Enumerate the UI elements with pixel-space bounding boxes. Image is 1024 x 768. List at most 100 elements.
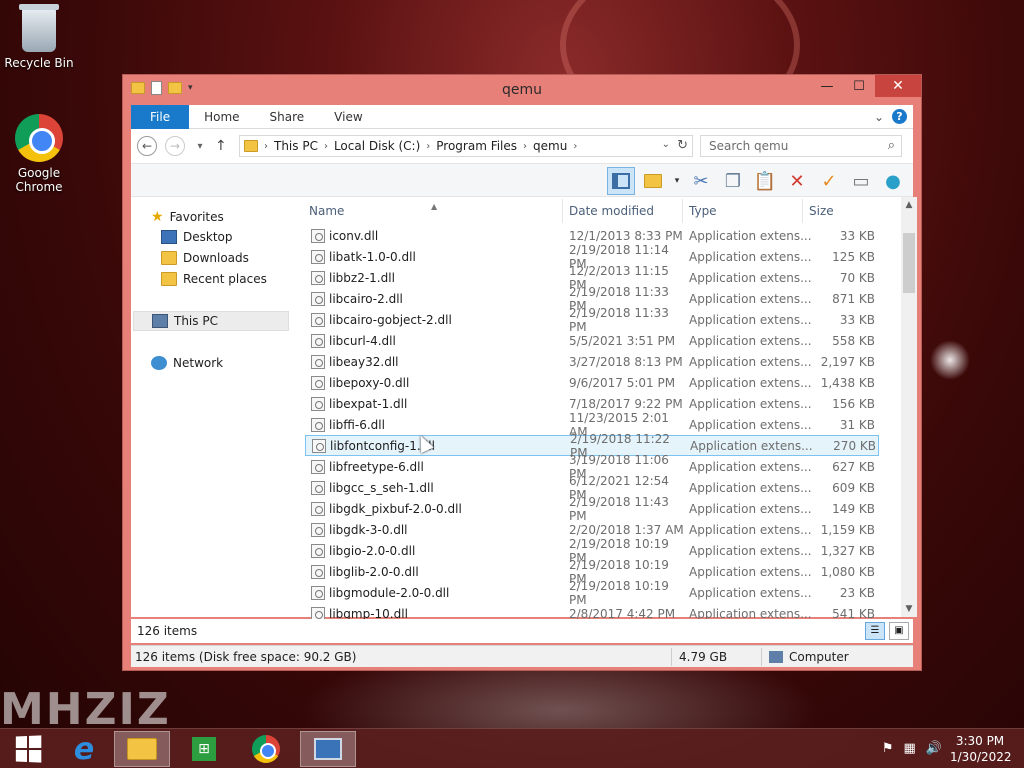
scroll-thumb[interactable] — [903, 233, 915, 293]
table-row[interactable]: libcurl-4.dll 5/5/2021 3:51 PM Application… — [305, 330, 879, 351]
store-icon: ⊞ — [192, 737, 216, 761]
nav-item-network[interactable]: Network — [151, 356, 223, 370]
column-header-size[interactable]: Size — [805, 199, 881, 223]
cut-button[interactable]: ✂ — [687, 167, 715, 195]
taskbar-internet-explorer[interactable]: e — [56, 731, 112, 767]
file-size: 33 KB — [839, 312, 875, 327]
nav-item-desktop[interactable]: Desktop — [161, 230, 233, 244]
chevron-down-icon[interactable]: ▾ — [671, 167, 683, 195]
file-type: Application extens... — [689, 354, 812, 369]
file-size: 2,197 KB — [820, 354, 875, 369]
chevron-right-icon[interactable]: › — [426, 141, 430, 152]
rename-button[interactable]: ▭ — [847, 167, 875, 195]
breadcrumb-this-pc[interactable]: This PC — [274, 139, 318, 153]
refresh-icon[interactable]: ↻ — [677, 138, 688, 153]
taskbar-clock[interactable]: 3:30 PM 1/30/2022 — [950, 733, 1012, 765]
recycle-bin-icon — [19, 4, 59, 52]
nav-item-downloads[interactable]: Downloads — [161, 251, 249, 265]
open-folder-button[interactable] — [639, 167, 667, 195]
file-size: 23 KB — [839, 585, 875, 600]
breadcrumb-program-files[interactable]: Program Files — [436, 139, 517, 153]
status-divider — [671, 648, 672, 666]
scroll-up-icon[interactable]: ▲ — [901, 197, 917, 213]
tab-home[interactable]: Home — [189, 105, 254, 129]
table-row[interactable]: libgmodule-2.0-0.dll 2/19/2018 10:19 PM Ap… — [305, 579, 879, 607]
file-size: 871 KB — [832, 291, 875, 306]
column-header-name[interactable]: Name ▲ — [305, 199, 563, 223]
computer-icon — [769, 651, 783, 663]
table-row[interactable]: libepoxy-0.dll 9/6/2017 5:01 PM Applicatio… — [305, 372, 879, 393]
properties-check-button[interactable]: ✓ — [815, 167, 843, 195]
file-name: libeay32.dll — [329, 354, 399, 369]
desktop-icon-chrome[interactable]: Google Chrome — [0, 114, 78, 194]
search-icon[interactable]: ⌕ — [888, 138, 895, 153]
preview-pane-button[interactable] — [607, 167, 635, 195]
forward-button[interactable]: → — [165, 136, 185, 156]
expand-ribbon-icon[interactable]: ⌄ — [874, 110, 884, 124]
chrome-icon — [252, 735, 280, 763]
explorer-body: ★ Favorites Desktop Downloads Recent pla… — [131, 197, 917, 621]
taskbar-file-explorer[interactable] — [114, 731, 170, 767]
help-icon[interactable]: ? — [892, 109, 907, 124]
desktop-icon-recycle-bin[interactable]: Recycle Bin — [0, 4, 78, 70]
tab-view[interactable]: View — [319, 105, 377, 129]
breadcrumb-qemu[interactable]: qemu — [533, 139, 567, 153]
file-type: Application extens... — [690, 438, 813, 453]
up-button[interactable]: ↑ — [215, 138, 227, 154]
chevron-right-icon[interactable]: › — [264, 141, 268, 152]
file-size: 156 KB — [832, 396, 875, 411]
scroll-down-icon[interactable]: ▼ — [901, 601, 917, 617]
dll-file-icon — [311, 291, 325, 306]
tab-file[interactable]: File — [131, 104, 190, 129]
file-type: Application extens... — [689, 564, 812, 579]
taskbar-store[interactable]: ⊞ — [176, 731, 232, 767]
title-bar[interactable]: ▾ qemu — ☐ ✕ — [123, 75, 921, 105]
search-input[interactable]: Search qemu ⌕ — [700, 135, 902, 157]
minimize-button[interactable]: — — [811, 75, 843, 97]
details-view-button[interactable]: ☰ — [865, 622, 885, 640]
taskbar-chrome[interactable] — [238, 731, 294, 767]
start-button[interactable] — [0, 731, 56, 767]
recent-locations-icon[interactable]: ▾ — [193, 141, 207, 152]
nav-item-label: Favorites — [169, 210, 224, 224]
large-icons-view-button[interactable]: ▣ — [889, 622, 909, 640]
file-type: Application extens... — [689, 480, 812, 495]
dll-file-icon — [311, 333, 325, 348]
table-row[interactable]: libgdk_pixbuf-2.0-0.dll 2/19/2018 11:43 P… — [305, 495, 879, 523]
address-dropdown-icon[interactable]: ⌄ — [662, 139, 670, 150]
nav-item-label: Network — [173, 356, 224, 370]
column-header-type[interactable]: Type — [685, 199, 803, 223]
paste-button[interactable]: 📋 — [751, 167, 779, 195]
tab-share[interactable]: Share — [255, 105, 320, 129]
nav-item-favorites[interactable]: ★ Favorites — [151, 209, 224, 225]
column-header-date[interactable]: Date modified — [565, 199, 683, 223]
network-globe-button[interactable]: ● — [879, 167, 907, 195]
table-row[interactable]: libcairo-gobject-2.dll 2/19/2018 11:33 PM… — [305, 306, 879, 334]
chevron-right-icon[interactable]: › — [573, 141, 577, 152]
computer-icon — [152, 314, 168, 328]
file-size: 1,327 KB — [820, 543, 875, 558]
nav-item-this-pc[interactable]: This PC — [133, 311, 289, 331]
copy-button[interactable]: ❐ — [719, 167, 747, 195]
file-name: libexpat-1.dll — [329, 396, 408, 411]
item-count: 126 items — [137, 624, 198, 638]
back-button[interactable]: ← — [137, 136, 157, 156]
action-center-flag-icon[interactable]: ⚑ — [882, 741, 894, 756]
file-name: libgmodule-2.0-0.dll — [329, 585, 450, 600]
table-row[interactable]: libeay32.dll 3/27/2018 8:13 PM Application… — [305, 351, 879, 372]
nav-item-recent-places[interactable]: Recent places — [161, 272, 267, 286]
delete-button[interactable]: ✕ — [783, 167, 811, 195]
chevron-right-icon[interactable]: › — [324, 141, 328, 152]
folder-icon — [244, 140, 258, 152]
vertical-scrollbar[interactable]: ▲ ▼ — [901, 197, 917, 617]
network-status-icon[interactable]: ▦ — [904, 741, 916, 756]
taskbar-remote-desktop[interactable] — [300, 731, 356, 767]
address-bar[interactable]: › This PC › Local Disk (C:) › Program Fi… — [239, 135, 693, 157]
clock-date: 1/30/2022 — [950, 750, 1012, 764]
chevron-right-icon[interactable]: › — [523, 141, 527, 152]
maximize-button[interactable]: ☐ — [843, 75, 875, 97]
breadcrumb-local-disk[interactable]: Local Disk (C:) — [334, 139, 420, 153]
close-button[interactable]: ✕ — [875, 75, 921, 97]
nav-item-label: This PC — [174, 314, 218, 328]
volume-icon[interactable]: 🔊 — [926, 741, 942, 756]
